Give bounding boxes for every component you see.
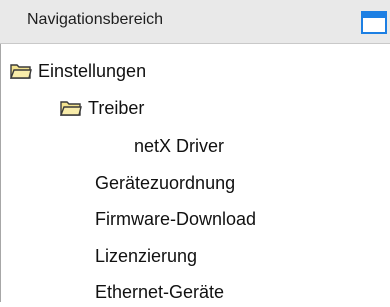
- tree-item-label: Lizenzierung: [95, 245, 198, 266]
- panel-title: Navigationsbereich: [27, 11, 164, 28]
- tree-item-netx-driver[interactable]: netX Driver: [134, 131, 224, 161]
- panel-header: Navigationsbereich: [0, 0, 390, 44]
- folder-open-icon: [10, 63, 32, 79]
- tree-item-geraetezuordnung[interactable]: Gerätezuordnung: [95, 168, 235, 198]
- folder-open-icon: [60, 100, 82, 116]
- window-icon[interactable]: [361, 11, 387, 34]
- tree-item-lizenzierung[interactable]: Lizenzierung: [95, 241, 197, 271]
- tree-item-treiber[interactable]: Treiber: [60, 93, 144, 123]
- tree-item-label: Einstellungen: [38, 60, 147, 81]
- tree-item-firmware-download[interactable]: Firmware-Download: [95, 204, 256, 234]
- tree-item-label: netX Driver: [134, 135, 225, 156]
- window-titlebar: [363, 13, 385, 18]
- tree-item-einstellungen[interactable]: Einstellungen: [10, 56, 146, 86]
- tree-item-label: Gerätezuordnung: [95, 172, 236, 193]
- navigation-panel: Navigationsbereich Einstellungen Treiber…: [0, 0, 390, 302]
- tree-item-label: Ethernet-Geräte: [95, 281, 225, 302]
- tree-item-label: Firmware-Download: [95, 208, 257, 229]
- tree-item-label: Treiber: [88, 97, 145, 118]
- tree-item-ethernet-geraete[interactable]: Ethernet-Geräte: [95, 277, 224, 307]
- navigation-tree: Einstellungen Treiber netX Driver Geräte…: [0, 44, 390, 302]
